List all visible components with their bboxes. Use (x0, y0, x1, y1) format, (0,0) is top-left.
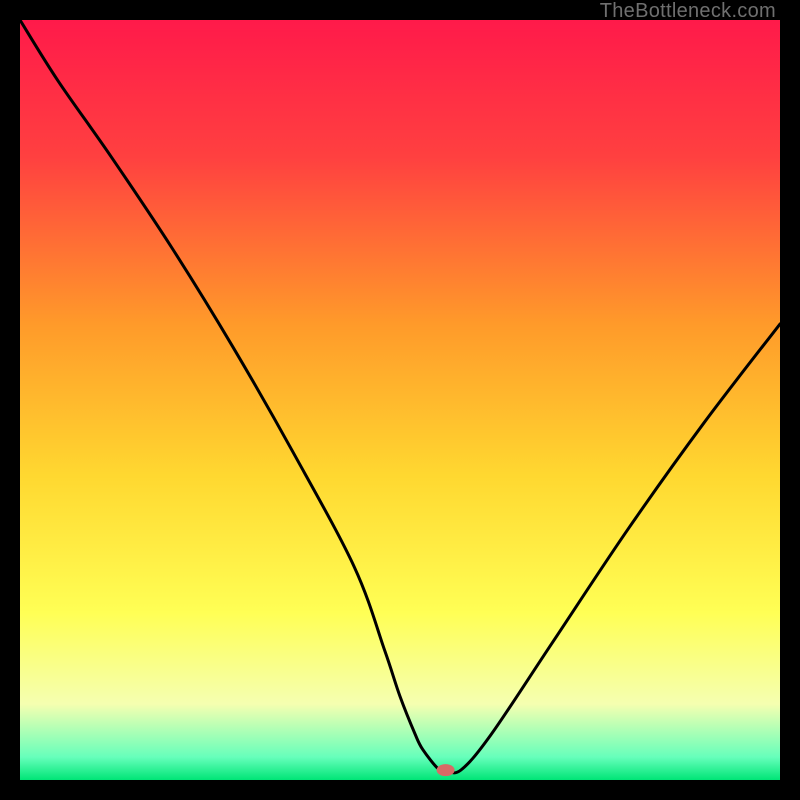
optimum-marker (437, 764, 455, 776)
gradient-background (20, 20, 780, 780)
bottleneck-chart (20, 20, 780, 780)
watermark-text: TheBottleneck.com (600, 0, 776, 23)
